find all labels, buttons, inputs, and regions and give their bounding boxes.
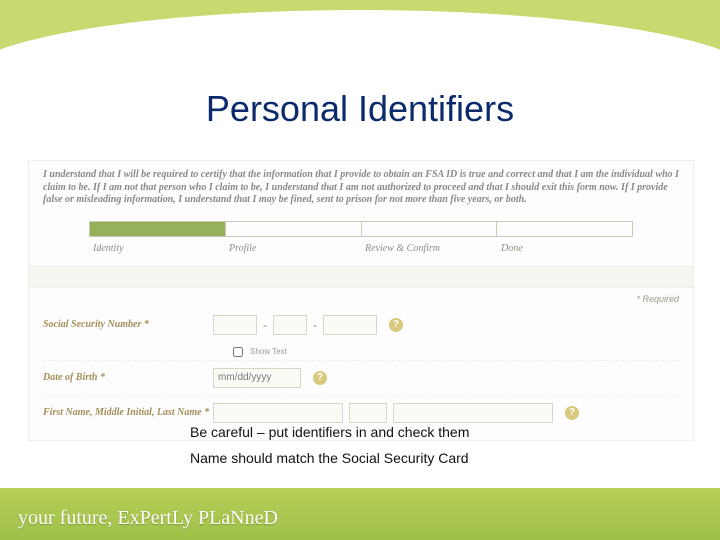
step-done — [497, 222, 632, 236]
ssn-sep2: - — [313, 318, 317, 332]
help-icon[interactable]: ? — [565, 406, 579, 420]
ssn-part3-input[interactable] — [323, 315, 377, 335]
step-review — [362, 222, 498, 236]
fields-dob: ? — [213, 368, 327, 388]
form-card: I understand that I will be required to … — [28, 160, 694, 441]
note-line-1: Be careful – put identifiers in and chec… — [190, 424, 469, 440]
step-label-review: Review & Confirm — [361, 241, 497, 256]
form-rows: Social Security Number * - - ? Show Text… — [29, 304, 693, 440]
show-text-label: Show Text — [250, 347, 287, 356]
fields-name: ? — [213, 403, 579, 423]
fields-ssn: - - ? — [213, 315, 403, 335]
label-name: First Name, Middle Initial, Last Name * — [43, 407, 213, 418]
progress-stepper: Identity Profile Review & Confirm Done — [89, 221, 633, 256]
help-icon[interactable]: ? — [313, 371, 327, 385]
footer-brand: your future, ExPertLy PLaNneD — [18, 507, 278, 530]
label-ssn: Social Security Number * — [43, 319, 213, 330]
middle-initial-input[interactable] — [349, 403, 387, 423]
first-name-input[interactable] — [213, 403, 343, 423]
step-bars — [89, 221, 633, 237]
ssn-part1-input[interactable] — [213, 315, 257, 335]
label-dob: Date of Birth * — [43, 372, 213, 383]
ssn-part2-input[interactable] — [273, 315, 307, 335]
row-dob: Date of Birth * ? — [43, 360, 679, 395]
step-label-profile: Profile — [225, 241, 361, 256]
ssn-sep1: - — [263, 318, 267, 332]
show-text-row: Show Text — [229, 344, 679, 360]
slide-title: Personal Identifiers — [0, 88, 720, 130]
step-labels: Identity Profile Review & Confirm Done — [89, 241, 633, 256]
step-label-done: Done — [497, 241, 633, 256]
section-divider — [29, 266, 693, 288]
step-label-identity: Identity — [89, 241, 225, 256]
required-indicator: * Required — [29, 288, 693, 304]
help-icon[interactable]: ? — [389, 318, 403, 332]
row-ssn: Social Security Number * - - ? — [43, 308, 679, 342]
footer-band: your future, ExPertLy PLaNneD — [0, 488, 720, 540]
last-name-input[interactable] — [393, 403, 553, 423]
dob-input[interactable] — [213, 368, 301, 388]
disclaimer-text: I understand that I will be required to … — [29, 161, 693, 217]
step-identity — [90, 222, 226, 236]
slide: Personal Identifiers I understand that I… — [0, 0, 720, 540]
show-text-checkbox[interactable] — [233, 347, 243, 357]
note-line-2: Name should match the Social Security Ca… — [190, 450, 469, 466]
step-profile — [226, 222, 362, 236]
